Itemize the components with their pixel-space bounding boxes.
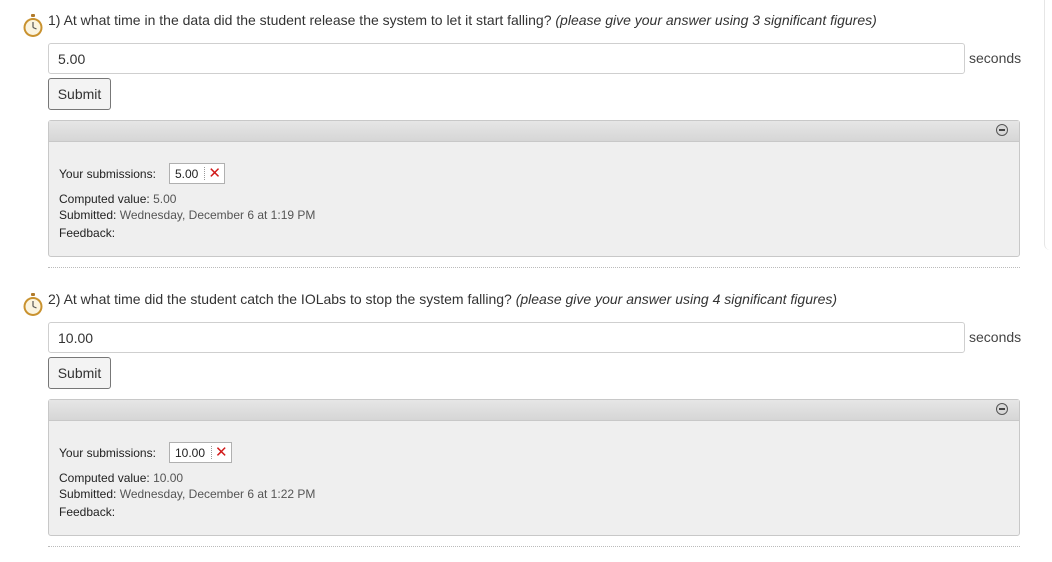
computed-value-row: Computed value: 5.00 bbox=[59, 191, 176, 207]
panel-header bbox=[49, 121, 1019, 142]
submission-panel: Your submissions: 10.00 ✕ Computed value… bbox=[48, 399, 1020, 536]
computed-value: 5.00 bbox=[153, 192, 177, 206]
answer-input[interactable] bbox=[48, 322, 965, 353]
submitted-row: Submitted: Wednesday, December 6 at 1:19… bbox=[59, 207, 315, 223]
submissions-label: Your submissions: bbox=[59, 167, 156, 181]
question-text: 2) At what time did the student catch th… bbox=[48, 290, 837, 308]
x-mark-icon: ✕ bbox=[208, 164, 221, 182]
computed-label: Computed value: bbox=[59, 192, 150, 206]
question-prompt: 2) At what time did the student catch th… bbox=[48, 291, 512, 307]
submissions-label: Your submissions: bbox=[59, 446, 156, 460]
problem-set-page: 1) At what time in the data did the stud… bbox=[0, 0, 1052, 562]
submitted-label: Submitted: bbox=[59, 487, 117, 501]
question-hint: (please give your answer using 4 signifi… bbox=[515, 291, 838, 307]
submit-button[interactable]: Submit bbox=[48, 357, 111, 389]
submit-button[interactable]: Submit bbox=[48, 78, 111, 110]
question-prompt: 1) At what time in the data did the stud… bbox=[48, 12, 552, 28]
submission-value: 10.00 bbox=[175, 445, 206, 460]
problem-divider bbox=[48, 546, 1020, 547]
submitted-value: Wednesday, December 6 at 1:19 PM bbox=[119, 208, 316, 222]
answer-input[interactable] bbox=[48, 43, 965, 74]
problem-divider bbox=[48, 267, 1020, 268]
feedback-row: Feedback: bbox=[59, 225, 115, 241]
side-panel-edge bbox=[1044, 0, 1052, 250]
question-text: 1) At what time in the data did the stud… bbox=[48, 11, 877, 29]
chip-divider bbox=[204, 167, 206, 180]
question-hint: (please give your answer using 3 signifi… bbox=[555, 12, 877, 28]
minus-circle-icon[interactable] bbox=[996, 403, 1008, 415]
stopwatch-icon bbox=[23, 293, 43, 316]
computed-label: Computed value: bbox=[59, 471, 150, 485]
submitted-row: Submitted: Wednesday, December 6 at 1:22… bbox=[59, 486, 315, 502]
computed-value-row: Computed value: 10.00 bbox=[59, 470, 183, 486]
submitted-value: Wednesday, December 6 at 1:22 PM bbox=[119, 487, 316, 501]
panel-header bbox=[49, 400, 1019, 421]
submission-value: 5.00 bbox=[175, 166, 199, 181]
unit-label: seconds bbox=[969, 50, 1022, 66]
stopwatch-icon bbox=[23, 14, 43, 37]
computed-value: 10.00 bbox=[153, 471, 184, 485]
feedback-row: Feedback: bbox=[59, 504, 115, 520]
feedback-label: Feedback: bbox=[59, 505, 116, 519]
submission-chip[interactable]: 10.00 ✕ bbox=[169, 442, 232, 463]
minus-circle-icon[interactable] bbox=[996, 124, 1008, 136]
chip-divider bbox=[211, 446, 213, 459]
feedback-label: Feedback: bbox=[59, 226, 116, 240]
x-mark-icon: ✕ bbox=[215, 443, 228, 461]
unit-label: seconds bbox=[969, 329, 1022, 345]
submission-panel: Your submissions: 5.00 ✕ Computed value:… bbox=[48, 120, 1020, 257]
submission-chip[interactable]: 5.00 ✕ bbox=[169, 163, 225, 184]
submitted-label: Submitted: bbox=[59, 208, 117, 222]
